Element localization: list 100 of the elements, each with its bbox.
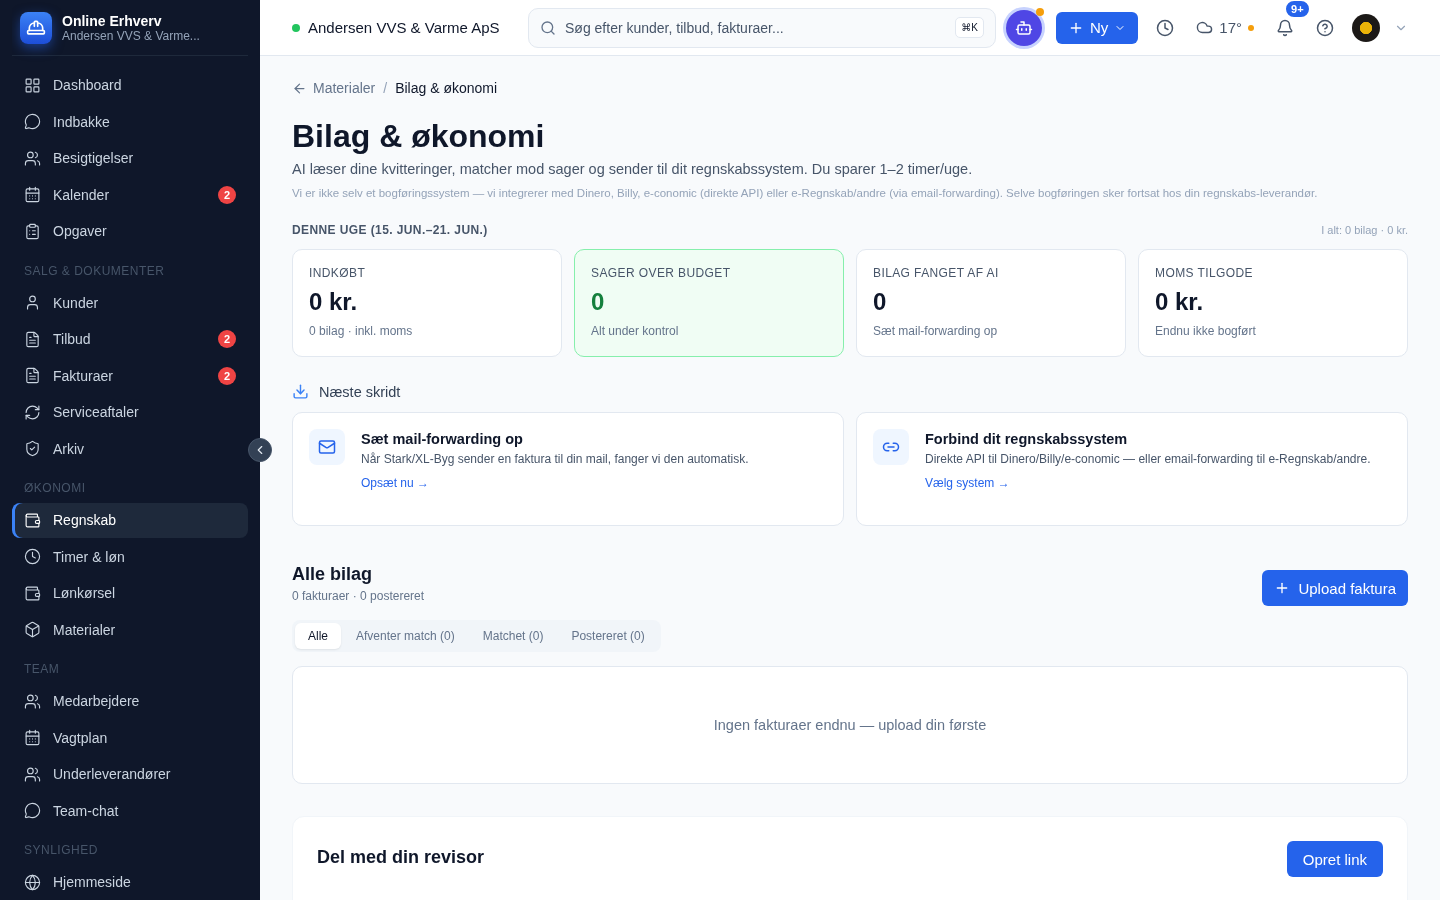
stat-value: 0 kr. — [1155, 288, 1205, 316]
nav-icon — [24, 584, 41, 602]
sidebar-item[interactable]: Kunder — [12, 285, 248, 320]
breadcrumb-current: Bilag & økonomi — [395, 80, 498, 96]
avatar[interactable] — [1352, 13, 1381, 42]
create-link-button[interactable]: Opret link — [1286, 841, 1383, 877]
new-button[interactable]: Ny — [1056, 11, 1139, 44]
weather-button[interactable]: 17° — [1192, 15, 1259, 40]
cloud-icon — [1196, 19, 1214, 36]
week-heading: DENNE UGE (15. JUN.–21. JUN.) — [292, 223, 488, 237]
section-summary: 0 fakturaer · 0 postereret — [292, 589, 425, 603]
filter-tab[interactable]: Matchet (0) — [469, 623, 557, 649]
sidebar-item[interactable]: Besigtigelser — [12, 141, 248, 176]
assistant-button[interactable] — [1006, 9, 1042, 46]
section-title: Næste skridt — [319, 383, 401, 400]
stat-caption: Alt under kontrol — [591, 324, 680, 338]
nav-icon — [24, 873, 41, 891]
stat-caption: Sæt mail-forwarding op — [873, 324, 999, 338]
sidebar-item[interactable]: Vagtplan — [12, 720, 248, 755]
link-icon — [873, 429, 909, 465]
sidebar-item[interactable]: Serviceaftaler — [12, 395, 248, 430]
sidebar-item[interactable]: Materialer — [12, 612, 248, 647]
stat-value: 0 — [591, 288, 606, 316]
sidebar-item[interactable]: Tilbud 2 — [12, 322, 248, 357]
upload-button[interactable]: Upload faktura — [1262, 570, 1408, 606]
step-link[interactable]: Opsæt nu → — [361, 476, 430, 490]
stat-label: BILAG FANGET AF AI — [873, 266, 1000, 280]
sidebar-item[interactable]: Arkiv — [12, 431, 248, 466]
nav-icon — [24, 802, 41, 820]
nav-icon — [24, 76, 41, 94]
step-title: Forbind dit regnskabssystem — [925, 431, 1129, 447]
mail-icon — [309, 429, 345, 465]
sidebar-item[interactable]: Dashboard — [12, 68, 248, 103]
sidebar-item[interactable]: Timer & løn — [12, 539, 248, 574]
page-title: Bilag & økonomi — [292, 118, 546, 155]
collapse-button[interactable] — [248, 438, 272, 462]
sidebar-item[interactable]: Team-chat — [12, 793, 248, 828]
share-title: Del med din revisor — [317, 847, 485, 868]
step-link[interactable]: Vælg system → — [925, 476, 1010, 490]
breadcrumb-link[interactable]: Materialer — [292, 80, 376, 96]
nav-icon — [24, 367, 41, 385]
stat-value: 0 kr. — [309, 288, 359, 316]
sidebar-item[interactable]: Lønkørsel — [12, 576, 248, 611]
section-heading: ØKONOMI — [23, 480, 87, 497]
stat-label: MOMS TILGODE — [1155, 266, 1254, 280]
nav-icon — [24, 548, 41, 566]
robot-icon — [1015, 18, 1033, 37]
count-badge: 2 — [218, 330, 236, 349]
step-text: Når Stark/XL-Byg sender en faktura til din mail, fanger vi den automatisk. — [361, 451, 749, 467]
sidebar-item[interactable]: Indbakke — [12, 104, 248, 139]
section-heading: TEAM — [23, 661, 61, 678]
nav-icon — [24, 765, 41, 783]
week-total: I alt: 0 bilag · 0 kr. — [1321, 224, 1408, 236]
empty-message: Ingen fakturaer endnu — upload din første — [713, 717, 987, 733]
breadcrumb-separator: / — [383, 80, 388, 96]
stat-caption: 0 bilag · inkl. moms — [309, 324, 414, 338]
filter-tab[interactable]: Alle — [295, 623, 341, 649]
nav-icon — [24, 403, 41, 421]
nav-icon — [24, 294, 41, 312]
stat-value: 0 — [873, 288, 888, 316]
nav-icon — [24, 222, 41, 240]
filter-tab[interactable]: Postereret (0) — [558, 623, 658, 649]
sidebar-item[interactable]: Hjemmeside — [12, 865, 248, 900]
company-name: Andersen VVS & Varme ApS — [308, 19, 500, 36]
step-text: Direkte API til Dinero/Billy/e-conomic — eller email-forwarding til e-Regnskab/andre. — [925, 451, 1371, 467]
page-subtitle: AI læser dine kvitteringer, matcher mod sager og sender til dit regnskabssystem. Du sparer 1–2 timer/uge. — [292, 161, 974, 177]
alert-dot — [1036, 7, 1044, 16]
stat-label: INDKØBT — [309, 266, 367, 280]
step-title: Sæt mail-forwarding op — [361, 431, 524, 447]
count-badge: 9+ — [1284, 0, 1311, 19]
alert-dot — [1248, 24, 1255, 31]
sidebar-item[interactable]: Fakturaer 2 — [12, 358, 248, 393]
stat-label: SAGER OVER BUDGET — [591, 266, 732, 280]
nav-icon — [24, 440, 41, 458]
sidebar-item[interactable]: Opgaver — [12, 214, 248, 249]
nav-icon — [24, 692, 41, 710]
nav-icon — [24, 149, 41, 167]
info-note: Vi er ikke selv et bogføringssystem — vi integrerer med Dinero, Billy, e-conomic (direkte API) eller e-Regnskab/andre (via email-forwarding). Selve bogføringen sker fortsat hos din regnskabs-leverandør. — [292, 186, 1319, 201]
nav-icon — [24, 330, 41, 348]
sidebar-item[interactable]: Underleverandører — [12, 757, 248, 792]
sidebar-item[interactable]: Medarbejdere — [12, 684, 248, 719]
download-icon — [292, 383, 309, 400]
hard-hat-logo-icon — [20, 11, 52, 44]
help-icon — [1316, 18, 1335, 37]
section-title: Alle bilag — [292, 564, 373, 585]
notifications-button[interactable] — [1276, 18, 1295, 37]
section-heading: SYNLIGHED — [23, 842, 99, 859]
sidebar-item[interactable]: Regnskab — [12, 503, 248, 538]
nav-icon — [24, 621, 41, 639]
bell-icon — [1276, 18, 1295, 37]
brand-title: Online Erhverv — [62, 12, 163, 29]
section-heading: SALG & DOKUMENTER — [23, 262, 166, 280]
count-badge: 2 — [218, 366, 236, 385]
filter-tab[interactable]: Afventer match (0) — [343, 623, 468, 649]
stat-caption: Endnu ikke bogført — [1155, 324, 1257, 338]
sidebar-item[interactable]: Kalender 2 — [12, 177, 248, 212]
nav-icon — [24, 729, 41, 747]
brand-subtitle: Andersen VVS & Varme... — [62, 28, 200, 43]
nav-icon — [24, 511, 41, 529]
clock-icon — [1156, 18, 1175, 37]
